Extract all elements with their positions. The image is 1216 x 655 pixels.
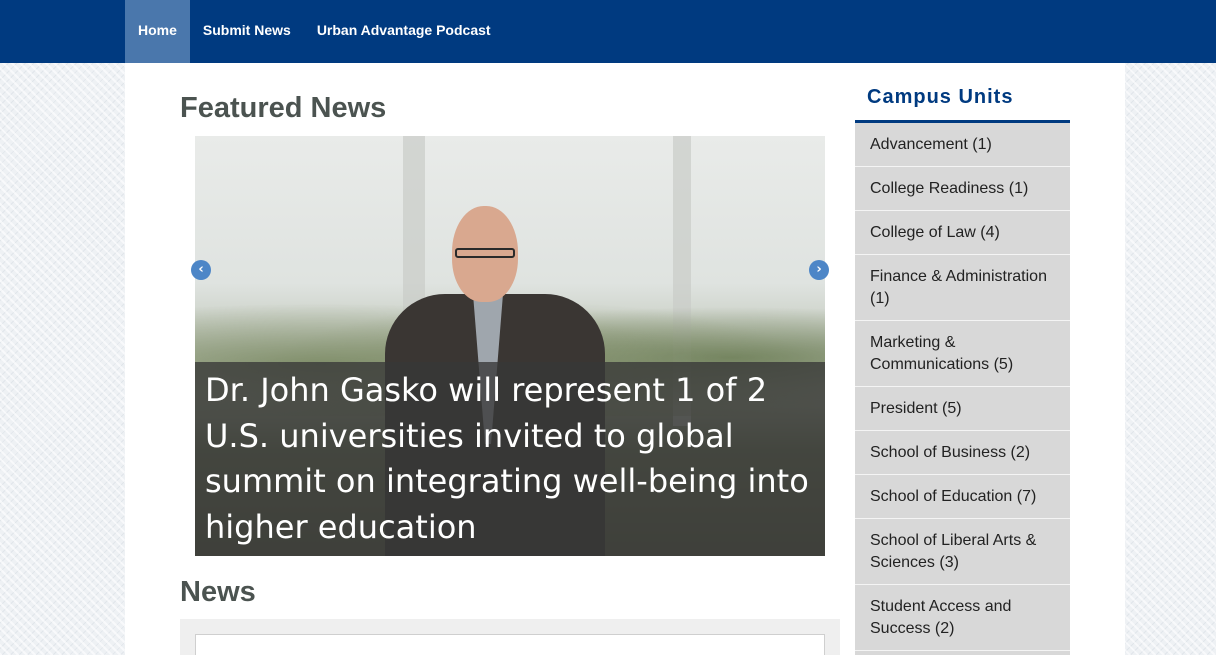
sidebar-item-partial[interactable] bbox=[855, 651, 1070, 655]
slide-caption[interactable]: Dr. John Gasko will represent 1 of 2 U.S… bbox=[205, 368, 817, 550]
featured-news-heading: Featured News bbox=[180, 92, 387, 124]
campus-units-sidebar: Campus Units Advancement (1) College Rea… bbox=[855, 81, 1070, 655]
chevron-right-icon[interactable]: › bbox=[809, 260, 829, 280]
news-heading: News bbox=[180, 576, 256, 608]
chevron-left-icon[interactable]: ‹ bbox=[191, 260, 211, 280]
news-card[interactable] bbox=[195, 634, 825, 655]
page-content: Featured News Dr. John Gasko will repres… bbox=[125, 63, 1125, 655]
sidebar-heading: Campus Units bbox=[855, 81, 1070, 123]
featured-news-slider[interactable]: Dr. John Gasko will represent 1 of 2 U.S… bbox=[195, 136, 825, 556]
nav-submit-news[interactable]: Submit News bbox=[190, 0, 304, 63]
sidebar-item-liberal-arts-sciences[interactable]: School of Liberal Arts & Sciences (3) bbox=[855, 519, 1070, 585]
sidebar-item-finance-administration[interactable]: Finance & Administration (1) bbox=[855, 255, 1070, 321]
nav-home[interactable]: Home bbox=[125, 0, 190, 63]
sidebar-item-school-of-education[interactable]: School of Education (7) bbox=[855, 475, 1070, 519]
top-navigation-bar: Home Submit News Urban Advantage Podcast bbox=[0, 0, 1216, 63]
news-list-container bbox=[180, 619, 840, 655]
sidebar-item-marketing-communications[interactable]: Marketing & Communications (5) bbox=[855, 321, 1070, 387]
sidebar-item-school-of-business[interactable]: School of Business (2) bbox=[855, 431, 1070, 475]
sidebar-item-student-access-success[interactable]: Student Access and Success (2) bbox=[855, 585, 1070, 651]
main-nav: Home Submit News Urban Advantage Podcast bbox=[125, 0, 504, 63]
sidebar-item-college-of-law[interactable]: College of Law (4) bbox=[855, 211, 1070, 255]
glasses bbox=[455, 248, 515, 258]
sidebar-item-advancement[interactable]: Advancement (1) bbox=[855, 123, 1070, 167]
sidebar-item-college-readiness[interactable]: College Readiness (1) bbox=[855, 167, 1070, 211]
sidebar-item-president[interactable]: President (5) bbox=[855, 387, 1070, 431]
nav-urban-advantage-podcast[interactable]: Urban Advantage Podcast bbox=[304, 0, 504, 63]
